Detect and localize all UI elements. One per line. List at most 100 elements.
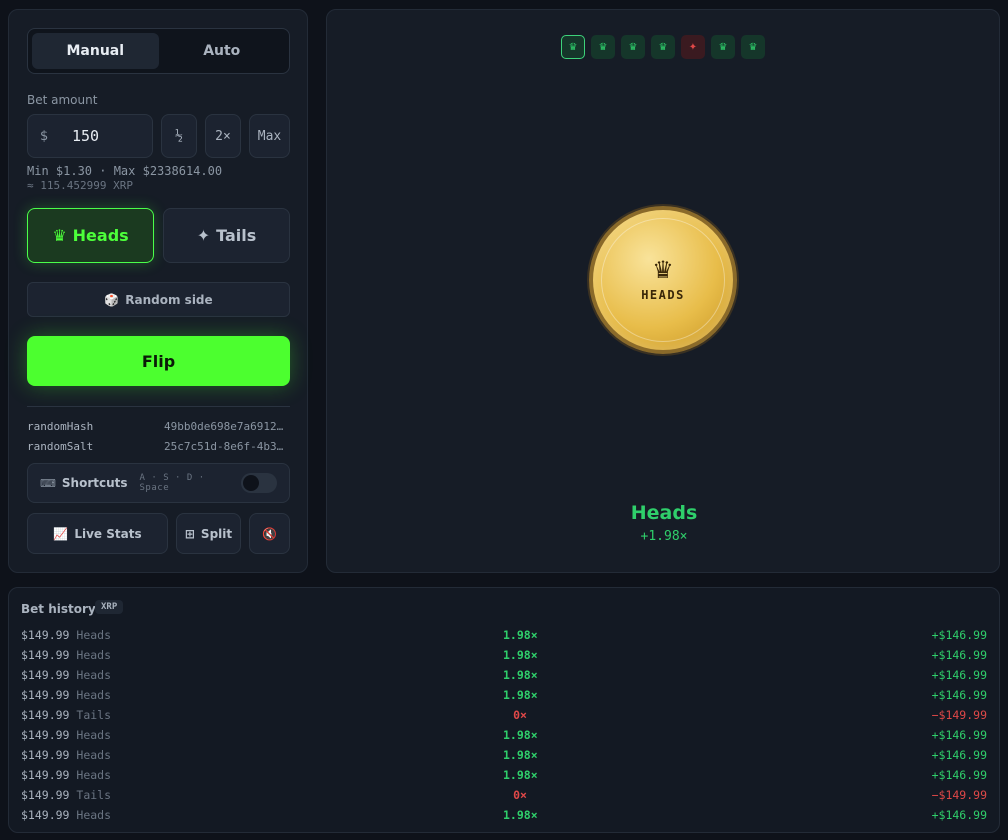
bet-side: Heads: [76, 808, 112, 822]
recent-results: ♛ ♛ ♛ ♛ ✦ ♛ ♛: [561, 35, 765, 59]
result-heads-icon: ♛: [651, 35, 675, 59]
currency-symbol: $: [40, 128, 49, 144]
table-row: $149.99 Heads 1.98× +$146.99: [21, 728, 987, 748]
crown-icon: ♛: [52, 226, 67, 245]
result-side: Heads: [630, 502, 698, 524]
divider: [27, 406, 290, 407]
bet-amount: $149.99 Heads: [21, 808, 112, 822]
sound-toggle-button[interactable]: 🔇: [249, 513, 290, 554]
toggle-knob: [242, 475, 259, 491]
bet-profit: −$149.99: [931, 788, 987, 802]
bet-multiplier: 1.98×: [503, 808, 538, 822]
bet-amount-input[interactable]: $ 150: [27, 114, 153, 158]
bet-amount: $149.99 Heads: [21, 628, 112, 642]
dice-icon: 🎲: [104, 292, 120, 307]
half-bet-button[interactable]: ½: [161, 114, 197, 158]
bet-profit: +$146.99: [931, 688, 987, 702]
bet-profit: −$149.99: [931, 708, 987, 722]
random-side-label: Random side: [125, 292, 213, 307]
sparkle-icon: ✦: [196, 226, 211, 245]
coin: ♛ HEADS: [589, 206, 737, 354]
heads-button[interactable]: ♛ Heads: [27, 208, 154, 263]
bet-conversion: ≈ 115.452999 XRP: [27, 179, 133, 192]
result-tails-icon: ✦: [681, 35, 705, 59]
max-bet-button[interactable]: Max: [249, 114, 290, 158]
result-heads-icon: ♛: [741, 35, 765, 59]
bet-multiplier: 1.98×: [503, 728, 538, 742]
shortcuts-label: Shortcuts: [61, 476, 128, 490]
shortcut-keys: A · S · D · Space: [139, 473, 205, 493]
bet-history-panel: Bet history XRP $149.99 Heads 1.98× +$146.…: [8, 587, 1000, 833]
tab-manual[interactable]: Manual: [32, 33, 159, 69]
result-heads-icon: ♛: [561, 35, 585, 59]
bet-profit: +$146.99: [931, 668, 987, 682]
random-salt-value: 25c7c51d-8e6f-4b3…: [164, 440, 284, 453]
bet-multiplier: 1.98×: [503, 648, 538, 662]
bet-amount: $149.99 Heads: [21, 748, 112, 762]
shortcuts-toggle[interactable]: [240, 473, 277, 493]
random-hash-value: 49bb0de698e7a6912…: [164, 420, 284, 433]
bet-side: Heads: [76, 648, 112, 662]
table-row: $149.99 Heads 1.98× +$146.99: [21, 768, 987, 788]
bet-amount: $149.99 Heads: [21, 648, 112, 662]
bet-profit: +$146.99: [931, 808, 987, 822]
tails-button[interactable]: ✦ Tails: [163, 208, 290, 263]
result-multiplier: +1.98×: [640, 529, 688, 544]
bet-profit: +$146.99: [931, 768, 987, 782]
bet-multiplier: 0×: [513, 708, 527, 722]
table-row: $149.99 Heads 1.98× +$146.99: [21, 648, 987, 668]
coin-face-label: HEADS: [641, 288, 685, 302]
bet-amount-label: Bet amount: [27, 93, 98, 107]
bet-amount: $149.99 Tails: [21, 708, 112, 722]
random-salt-row: randomSalt 25c7c51d-8e6f-4b3…: [27, 440, 290, 453]
mode-tabs: Manual Auto: [27, 28, 290, 74]
bet-side: Heads: [76, 668, 112, 682]
bet-amount: $149.99 Heads: [21, 688, 112, 702]
table-row: $149.99 Heads 1.98× +$146.99: [21, 748, 987, 768]
tab-auto[interactable]: Auto: [159, 33, 286, 69]
bet-side: Tails: [76, 708, 112, 722]
result-heads-icon: ♛: [711, 35, 735, 59]
bet-control-panel: Manual Auto Bet amount $ 150 ½ 2× Max Mi…: [8, 9, 308, 573]
table-row: $149.99 Heads 1.98× +$146.99: [21, 668, 987, 688]
bet-multiplier: 1.98×: [503, 688, 538, 702]
shortcuts-bar: ⌨ Shortcuts A · S · D · Space: [27, 463, 290, 503]
split-button[interactable]: ⊞ Split: [176, 513, 241, 554]
table-row: $149.99 Heads 1.98× +$146.99: [21, 808, 987, 828]
split-label: Split: [200, 526, 233, 541]
bet-amount: $149.99 Heads: [21, 728, 112, 742]
bet-side: Heads: [76, 748, 112, 762]
table-row: $149.99 Tails 0× −$149.99: [21, 708, 987, 728]
bet-side: Tails: [76, 788, 112, 802]
random-side-button[interactable]: 🎲 Random side: [27, 282, 290, 317]
bet-profit: +$146.99: [931, 628, 987, 642]
bet-multiplier: 1.98×: [503, 628, 538, 642]
bet-side: Heads: [76, 628, 112, 642]
random-salt-key: randomSalt: [27, 440, 94, 453]
bet-amount-value[interactable]: 150: [64, 127, 99, 145]
live-stats-label: Live Stats: [74, 526, 142, 541]
result-heads-icon: ♛: [591, 35, 615, 59]
keyboard-icon: ⌨: [40, 476, 56, 490]
bet-side: Heads: [76, 728, 112, 742]
game-panel: ♛ ♛ ♛ ♛ ✦ ♛ ♛ ♛ HEADS Heads +1.98×: [326, 9, 1000, 573]
bet-multiplier: 1.98×: [503, 668, 538, 682]
table-row: $149.99 Heads 1.98× +$146.99: [21, 688, 987, 708]
live-stats-button[interactable]: 📈 Live Stats: [27, 513, 168, 554]
bet-side: Heads: [76, 768, 112, 782]
crown-icon: ♛: [652, 256, 674, 284]
flip-button[interactable]: Flip: [27, 336, 290, 386]
random-hash-key: randomHash: [27, 420, 94, 433]
tails-label: Tails: [216, 226, 257, 245]
chart-icon: 📈: [53, 526, 69, 541]
random-hash-row: randomHash 49bb0de698e7a6912…: [27, 420, 290, 433]
double-bet-button[interactable]: 2×: [205, 114, 241, 158]
bet-limits: Min $1.30 · Max $2338614.00: [27, 164, 223, 178]
currency-badge: XRP: [95, 600, 124, 614]
heads-label: Heads: [72, 226, 129, 245]
bet-amount: $149.99 Heads: [21, 768, 112, 782]
bet-profit: +$146.99: [931, 728, 987, 742]
grid-icon: ⊞: [184, 526, 195, 541]
mute-icon: 🔇: [262, 526, 277, 541]
bet-multiplier: 1.98×: [503, 748, 538, 762]
